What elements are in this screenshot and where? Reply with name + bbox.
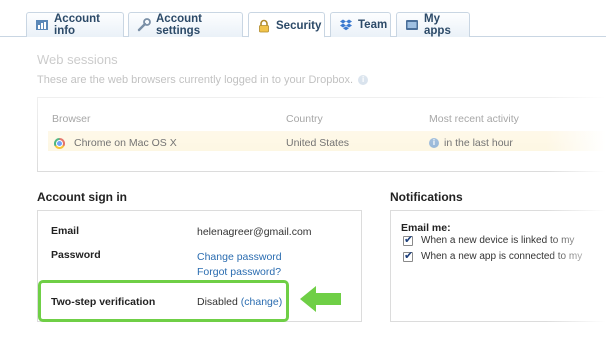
web-sessions-description-text: These are the web browsers currently log… — [37, 74, 354, 86]
two-step-change-link[interactable]: (change) — [241, 296, 282, 308]
checkbox[interactable] — [403, 233, 413, 246]
apps-icon — [405, 18, 419, 32]
web-sessions-table: Browser Country Most recent activity Chr… — [37, 97, 606, 172]
column-header-activity: Most recent activity — [429, 113, 519, 125]
tab-label: My apps — [424, 13, 451, 37]
two-step-verification-label: Two-step verification — [51, 296, 156, 308]
notifications-title: Notifications — [390, 190, 463, 204]
password-label: Password — [51, 249, 101, 261]
web-sessions-description: These are the web browsers currently log… — [37, 74, 369, 86]
tab-account-settings[interactable]: Account settings — [128, 12, 243, 37]
web-sessions-title: Web sessions — [37, 52, 118, 67]
notification-option-device[interactable]: When a new device is linked to my — [403, 233, 575, 246]
notification-option-app[interactable]: When a new app is connected to my — [403, 249, 583, 262]
tab-label: Account info — [54, 13, 100, 37]
tab-team[interactable]: Team — [330, 12, 391, 37]
email-label: Email — [51, 225, 80, 237]
tab-label: Team — [358, 19, 388, 31]
wrench-icon — [137, 18, 151, 32]
change-password-link[interactable]: Change password — [197, 251, 282, 263]
account-sign-in-title: Account sign in — [37, 190, 127, 204]
notification-option-label: When a new app is connected to my — [421, 251, 583, 262]
notification-option-label: When a new device is linked to my — [421, 235, 575, 246]
account-info-icon — [35, 18, 49, 32]
info-icon[interactable]: i — [358, 75, 369, 85]
email-value: helenagreer@gmail.com — [197, 226, 312, 238]
left-arrow-icon — [300, 286, 341, 312]
checkbox[interactable] — [403, 249, 413, 262]
two-step-status-text: Disabled — [197, 296, 238, 308]
chrome-icon — [54, 137, 65, 149]
info-icon[interactable]: i — [429, 138, 439, 148]
lock-icon — [257, 19, 271, 33]
two-step-status: Disabled (change) — [197, 296, 282, 308]
session-country: United States — [286, 137, 350, 149]
column-header-country: Country — [286, 113, 323, 125]
tab-account-info[interactable]: Account info — [26, 12, 124, 37]
session-browser: Chrome on Mac OS X — [74, 137, 177, 149]
session-country-cell: United States — [286, 137, 349, 149]
tab-security[interactable]: Security — [248, 12, 325, 38]
forgot-password-link[interactable]: Forgot password? — [197, 266, 281, 278]
tab-my-apps[interactable]: My apps — [396, 12, 470, 37]
session-activity: in the last hour — [444, 137, 513, 149]
session-browser-cell: Chrome on Mac OS X — [54, 137, 177, 149]
column-header-browser: Browser — [52, 113, 91, 125]
dropbox-icon — [339, 18, 353, 32]
session-activity-cell: i in the last hour — [429, 137, 513, 149]
tab-label: Security — [276, 19, 322, 32]
tab-bar: Account info Account settings Security T… — [0, 0, 606, 38]
tab-label: Account settings — [156, 13, 202, 37]
